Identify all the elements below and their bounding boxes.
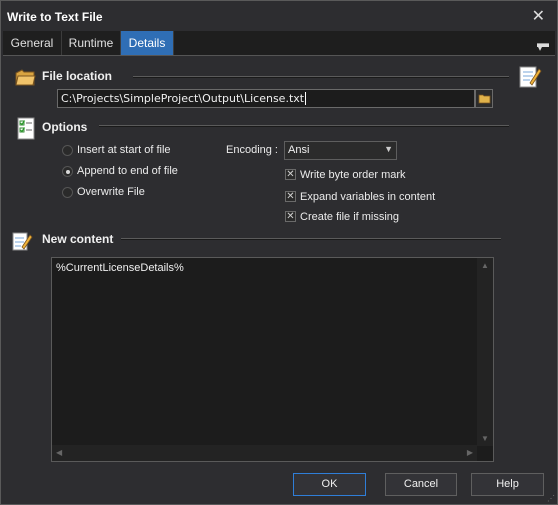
- window-title: Write to Text File: [7, 10, 103, 24]
- file-path-value: C:\Projects\SimpleProject\Output\License…: [61, 92, 305, 105]
- divider: [133, 76, 509, 78]
- encoding-value: Ansi: [288, 144, 310, 156]
- radio-append-end[interactable]: [62, 166, 73, 177]
- options-heading: Options: [42, 120, 88, 134]
- dialog-window: Write to Text File ✕ General Runtime Det…: [0, 0, 558, 505]
- title-bar: Write to Text File ✕: [1, 1, 557, 31]
- notepad-icon: [12, 232, 33, 251]
- browse-folder-icon: [478, 94, 491, 104]
- tab-general[interactable]: General: [3, 31, 62, 55]
- scroll-right-icon[interactable]: ▶: [467, 448, 473, 457]
- notepad-edit-icon: [519, 66, 542, 88]
- resize-grip-icon[interactable]: ⋰: [547, 494, 555, 503]
- vertical-scrollbar[interactable]: ▲ ▼: [477, 258, 493, 446]
- scroll-left-icon[interactable]: ◀: [56, 448, 62, 457]
- chevron-down-icon: ▼: [384, 144, 393, 154]
- content-text: %CurrentLicenseDetails%: [56, 262, 184, 274]
- checkbox-create-file[interactable]: ✕: [285, 211, 296, 222]
- folder-icon: [15, 69, 36, 86]
- help-button[interactable]: Help: [471, 473, 544, 496]
- cancel-button[interactable]: Cancel: [385, 473, 457, 496]
- browse-button[interactable]: [475, 89, 493, 108]
- file-location-heading: File location: [42, 69, 113, 83]
- new-content-heading: New content: [42, 232, 114, 246]
- scroll-down-icon[interactable]: ▼: [481, 434, 489, 443]
- radio-append-end-label[interactable]: Append to end of file: [77, 165, 178, 177]
- file-path-input[interactable]: C:\Projects\SimpleProject\Output\License…: [57, 89, 475, 108]
- ok-button[interactable]: OK: [293, 473, 366, 496]
- checkbox-create-file-label[interactable]: Create file if missing: [300, 211, 399, 223]
- checkbox-expand-variables-label[interactable]: Expand variables in content: [300, 191, 435, 203]
- content-editor[interactable]: %CurrentLicenseDetails% ▲ ▼ ◀ ▶: [51, 257, 494, 462]
- checkbox-byte-order-mark-label[interactable]: Write byte order mark: [300, 169, 406, 181]
- horizontal-scrollbar[interactable]: ◀ ▶: [52, 445, 477, 461]
- tab-runtime[interactable]: Runtime: [62, 31, 121, 55]
- divider: [121, 238, 501, 240]
- encoding-select[interactable]: Ansi ▼: [284, 141, 397, 160]
- radio-insert-start[interactable]: [62, 145, 73, 156]
- scroll-up-icon[interactable]: ▲: [481, 261, 489, 270]
- tab-details[interactable]: Details: [121, 31, 174, 55]
- checkbox-byte-order-mark[interactable]: ✕: [285, 169, 296, 180]
- encoding-label: Encoding :: [226, 144, 278, 156]
- tab-menu-icon[interactable]: ▬ ▾: [537, 36, 549, 64]
- tab-bar: General Runtime Details ▬ ▾: [3, 31, 555, 56]
- checkbox-expand-variables[interactable]: ✕: [285, 191, 296, 202]
- checklist-icon: [17, 117, 35, 140]
- radio-insert-start-label[interactable]: Insert at start of file: [77, 144, 171, 156]
- radio-overwrite[interactable]: [62, 187, 73, 198]
- radio-overwrite-label[interactable]: Overwrite File: [77, 186, 145, 198]
- close-icon[interactable]: ✕: [532, 6, 545, 26]
- divider: [99, 125, 509, 127]
